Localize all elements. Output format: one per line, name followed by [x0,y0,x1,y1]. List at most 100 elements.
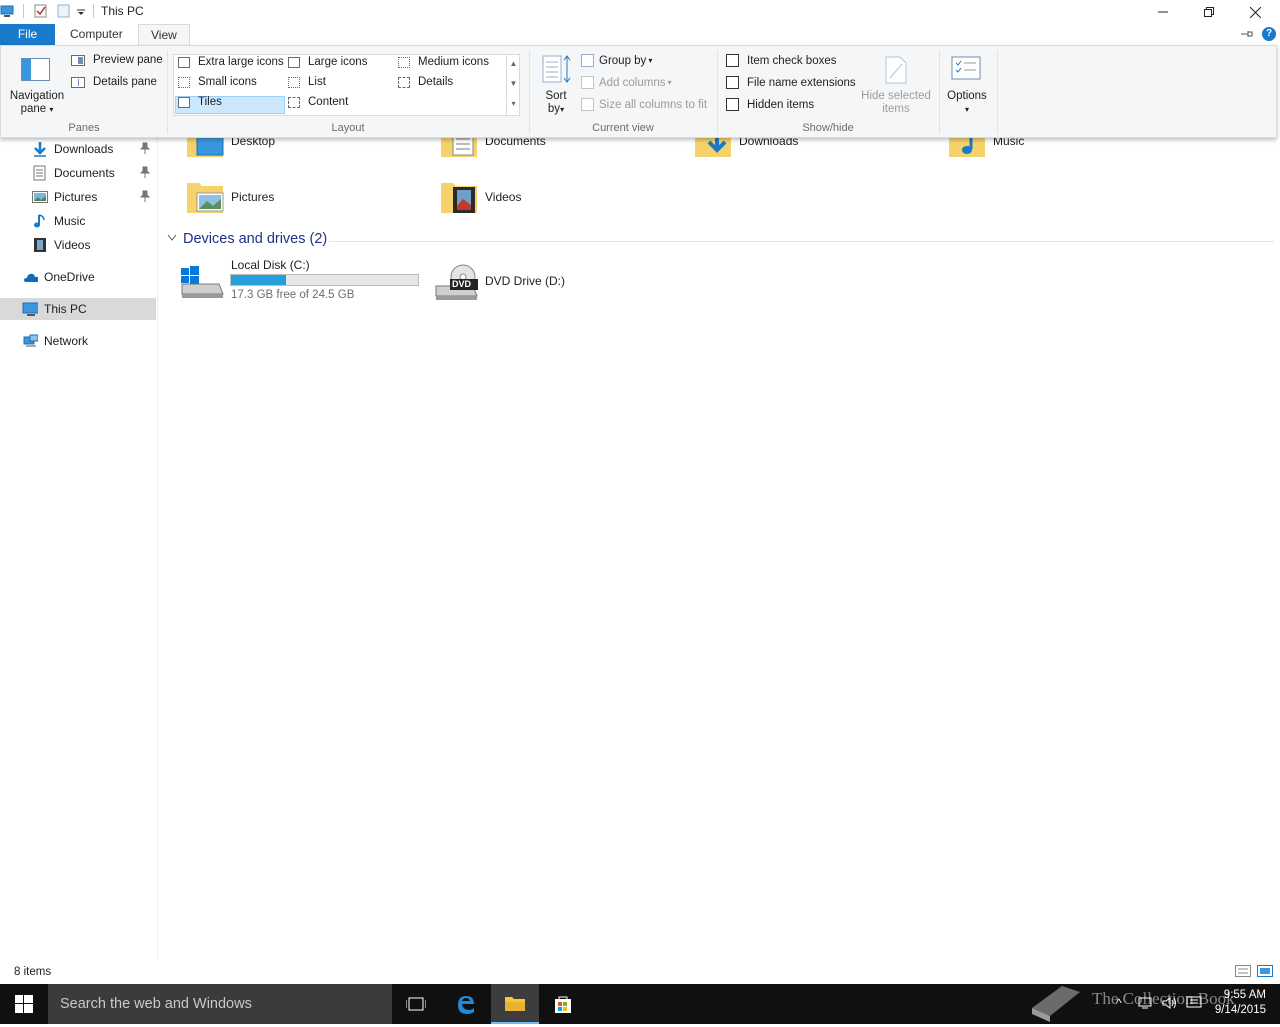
nav-item-downloads[interactable]: Downloads [0,138,156,160]
volume-icon[interactable] [1162,996,1178,1013]
nav-item-onedrive[interactable]: OneDrive [0,266,156,288]
layout-small-icons[interactable]: Small icons [178,76,257,88]
clock[interactable]: 9:55 AM 9/14/2015 [1215,988,1266,1018]
restore-button[interactable] [1186,0,1232,24]
item-check-boxes-toggle[interactable]: Item check boxes [726,54,836,67]
size-all-columns-label: Size all columns to fit [599,98,708,111]
hidden-items-toggle[interactable]: Hidden items [726,98,814,111]
scroll-down-icon[interactable]: ▼ [507,74,520,94]
file-name-extensions-toggle[interactable]: File name extensions [726,76,856,89]
search-box[interactable]: Search the web and Windows [48,984,392,1024]
layout-medium-icons[interactable]: Medium icons [398,56,489,68]
document-icon [32,165,48,181]
film-icon [32,237,48,253]
hide-selected-items-button[interactable]: Hide selected items [857,90,935,116]
layout-extra-large-icons[interactable]: Extra large icons [178,56,284,68]
layout-details[interactable]: Details [398,76,453,88]
nav-item-pictures[interactable]: Pictures [0,186,156,208]
edge-browser-button[interactable] [442,984,490,1024]
nav-item-this-pc[interactable]: This PC [0,298,156,320]
network-tray-icon[interactable] [1138,996,1154,1013]
sort-by-icon[interactable] [542,54,572,89]
start-button[interactable] [0,984,48,1024]
dvd-badge: DVD [452,279,472,289]
window-title: This PC [101,4,144,18]
extra-large-icons-icon [178,56,190,68]
folder-tile-pictures[interactable]: Pictures [185,172,425,222]
item-count: 8 items [14,966,52,978]
devices-group-title: Devices and drives (2) [183,231,328,247]
navigation-pane-icon[interactable] [21,58,51,85]
tab-computer[interactable]: Computer [58,24,135,46]
file-name-extensions-label: File name extensions [747,76,856,89]
details-view-icon[interactable] [1235,965,1251,980]
navigation-pane-label: Navigation [9,90,65,102]
minimize-button[interactable] [1140,0,1186,24]
file-explorer-button[interactable] [491,984,539,1024]
show-hidden-icons-icon[interactable]: ^ [1116,996,1122,1010]
dropdown-arrow-icon: ▾ [648,56,653,65]
dropdown-arrow-icon: ▾ [49,105,54,114]
layout-tiles[interactable]: Tiles [178,96,222,108]
scroll-up-icon[interactable]: ▲ [507,54,520,74]
layout-gallery-scroll[interactable]: ▲ ▼ ▾ [506,54,520,116]
tab-file[interactable]: File [0,24,55,46]
close-button[interactable] [1232,0,1278,24]
clock-date: 9/14/2015 [1214,1004,1266,1016]
drive-tile-c[interactable]: Local Disk (C:) 17.3 GB free of 24.5 GB [179,258,427,308]
layout-list[interactable]: List [288,76,326,88]
chevron-down-icon[interactable] [167,234,181,245]
close-icon [1249,6,1261,18]
checkbox[interactable] [726,98,739,111]
medium-icons-icon [398,56,410,68]
network-icon [22,333,38,349]
group-by-button[interactable]: Group by ▾ [581,54,652,67]
nav-item-label: Downloads [54,142,114,156]
properties-icon[interactable] [34,4,48,18]
action-center-icon[interactable] [1186,996,1202,1013]
group-by-label: Group by [599,54,647,67]
dropdown-arrow-icon: ▾ [964,105,969,114]
drive-tile-d[interactable]: DVD DVD Drive (D:) [433,258,681,308]
checkbox[interactable] [726,76,739,89]
pictures-folder-icon [185,179,225,215]
navigation-pane-button[interactable]: Navigation pane ▾ [1,90,73,116]
sort-by-label: Sort [545,90,567,102]
large-icons-label: Large icons [308,56,368,68]
customize-qat-icon[interactable] [76,6,90,20]
options-icon[interactable] [951,56,981,85]
help-icon[interactable]: ? [1262,27,1276,41]
large-icons-view-icon[interactable] [1257,965,1273,980]
details-pane-button[interactable]: Details pane [71,76,157,88]
options-button[interactable]: Options ▾ [941,90,993,116]
folder-tile-videos[interactable]: Videos [439,172,679,222]
nav-item-network[interactable]: Network [0,330,156,352]
hidden-items-label: Hidden items [747,98,815,111]
layout-content[interactable]: Content [288,96,348,108]
computer-icon [22,301,38,317]
folder-label: Videos [485,190,522,204]
task-view-button[interactable] [392,984,440,1024]
nav-item-documents[interactable]: Documents [0,162,156,184]
this-pc-icon[interactable] [0,4,14,18]
dropdown-arrow-icon: ▾ [560,105,565,114]
gallery-more-icon[interactable]: ▾ [507,94,520,114]
pin-ribbon-icon[interactable] [1240,28,1254,43]
size-columns-icon [581,98,594,111]
sort-by-button[interactable]: Sort by▾ [539,90,573,116]
new-folder-icon[interactable] [57,4,71,18]
tab-view[interactable]: View [138,24,190,46]
nav-item-videos[interactable]: Videos [0,234,156,256]
layout-large-icons[interactable]: Large icons [288,56,367,68]
size-all-columns-button[interactable]: Size all columns to fit [581,98,707,111]
devices-group-header[interactable]: Devices and drives (2) [167,231,327,247]
preview-pane-button[interactable]: Preview pane [71,54,163,66]
nav-item-music[interactable]: Music [0,210,156,232]
store-button[interactable] [539,984,587,1024]
add-columns-button[interactable]: Add columns ▾ [581,76,672,89]
nav-item-label: Music [54,214,86,228]
add-columns-icon [581,76,594,89]
hide-selected-label-2: items [882,103,910,115]
details-pane-icon [71,76,85,88]
checkbox[interactable] [726,54,739,67]
